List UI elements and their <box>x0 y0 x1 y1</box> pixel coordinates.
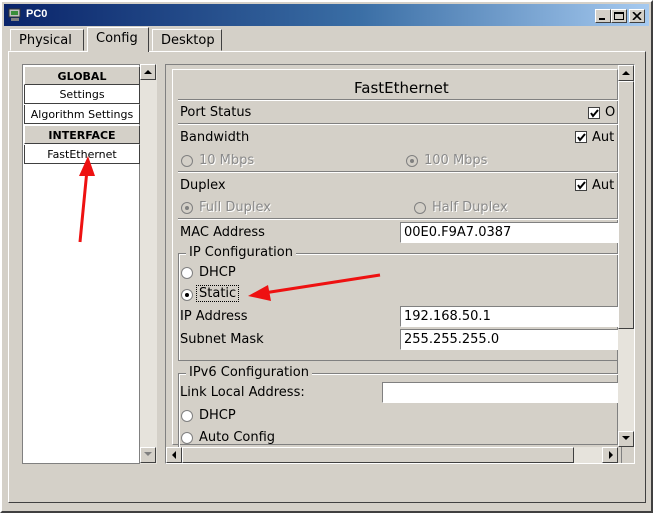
dhcp-label: DHCP <box>199 265 236 280</box>
tab-physical-label: Physical <box>19 33 72 48</box>
ipv6-dhcp-label: DHCP <box>199 408 236 423</box>
port-status-checkbox[interactable] <box>588 107 600 119</box>
full-duplex-label: Full Duplex <box>199 200 271 215</box>
maximize-button[interactable] <box>611 9 627 23</box>
subnet-mask-field[interactable]: 255.255.255.0 <box>400 329 622 350</box>
panel-scroll-right-button[interactable] <box>602 447 618 463</box>
sidebar-scroll-down-button[interactable] <box>140 447 156 463</box>
pc-icon <box>8 8 21 21</box>
ipv6-configuration-title: IPv6 Configuration <box>186 365 312 380</box>
panel-scroll-left-button[interactable] <box>166 447 182 463</box>
bandwidth-auto-label: Aut <box>592 130 615 145</box>
full-duplex-radio[interactable] <box>181 202 193 214</box>
ip-address-field[interactable]: 192.168.50.1 <box>400 306 622 327</box>
panel-scroll-up-button[interactable] <box>618 65 634 81</box>
dhcp-radio[interactable] <box>181 267 193 279</box>
title-divider <box>178 99 618 101</box>
radio-dot-icon <box>185 293 189 297</box>
tab-config-label: Config <box>96 31 138 46</box>
pc0-window: PC0 Physical Config Desktop GLOBAL Setti… <box>0 0 653 513</box>
arrow-down-icon <box>144 452 152 456</box>
close-button[interactable] <box>629 9 645 23</box>
duplex-auto-label: Aut <box>592 178 615 193</box>
tab-desktop[interactable]: Desktop <box>152 29 222 51</box>
sidebar-scroll-up-button[interactable] <box>140 64 156 80</box>
checkmark-icon <box>590 109 599 118</box>
minimize-button[interactable] <box>595 9 611 23</box>
ip-address-label: IP Address <box>180 309 248 324</box>
link-local-address-label: Link Local Address: <box>180 385 305 400</box>
minimize-icon <box>599 18 605 20</box>
bandwidth-auto-checkbox[interactable] <box>575 131 587 143</box>
sidebar-item-fastethernet[interactable]: FastEthernet <box>24 145 140 164</box>
ipv6-auto-config-radio[interactable] <box>181 432 193 444</box>
arrow-left-icon <box>172 451 176 459</box>
panel-scroll-thumb[interactable] <box>618 81 634 329</box>
ipv6-dhcp-radio[interactable] <box>181 410 193 422</box>
arrow-up-icon <box>622 71 630 75</box>
ipv6-auto-config-label: Auto Config <box>199 430 276 445</box>
static-label: Static <box>195 285 240 302</box>
tab-physical[interactable]: Physical <box>10 29 84 51</box>
half-duplex-label: Half Duplex <box>432 200 508 215</box>
arrow-right-icon <box>609 451 613 459</box>
divider <box>178 171 618 173</box>
sidebar-item-settings[interactable]: Settings <box>24 85 140 104</box>
link-local-address-field[interactable] <box>382 382 622 403</box>
arrow-down-icon <box>622 436 630 440</box>
half-duplex-radio[interactable] <box>414 202 426 214</box>
subnet-mask-label: Subnet Mask <box>180 332 264 347</box>
radio-dot-icon <box>410 159 414 163</box>
checkmark-icon <box>577 181 586 190</box>
panel-horizontal-thumb[interactable] <box>182 447 574 463</box>
arrow-up-icon <box>144 70 152 74</box>
bandwidth-100-radio[interactable] <box>406 155 418 167</box>
bandwidth-10-label: 10 Mbps <box>199 153 255 168</box>
port-status-label: Port Status <box>180 105 252 120</box>
duplex-label: Duplex <box>180 178 226 193</box>
window-title: PC0 <box>26 8 48 20</box>
mac-address-label: MAC Address <box>180 225 265 240</box>
sidebar-header-interface: INTERFACE <box>24 125 140 144</box>
ip-configuration-title: IP Configuration <box>186 245 296 260</box>
checkmark-icon <box>577 133 586 142</box>
tab-config[interactable]: Config <box>87 27 149 52</box>
title-bar[interactable]: PC0 <box>4 4 649 26</box>
sidebar-scrollbar[interactable] <box>140 64 157 464</box>
mac-address-field[interactable]: 00E0.F9A7.0387 <box>400 222 622 243</box>
panel-horizontal-scrollbar[interactable] <box>166 447 618 463</box>
panel-title: FastEthernet <box>354 79 449 97</box>
maximize-icon <box>614 12 624 20</box>
static-radio[interactable] <box>181 289 193 301</box>
divider <box>178 218 618 220</box>
port-status-on-label: O <box>605 105 616 120</box>
panel-vertical-scrollbar[interactable] <box>618 65 634 447</box>
sidebar-header-global: GLOBAL <box>24 66 140 85</box>
interface-config-panel: FastEthernet Port Status O Bandwidth Aut… <box>165 64 635 464</box>
divider <box>178 123 618 125</box>
bandwidth-label: Bandwidth <box>180 130 250 145</box>
sidebar-item-algorithm-settings[interactable]: Algorithm Settings <box>24 105 140 124</box>
tab-desktop-label: Desktop <box>161 33 215 48</box>
close-icon <box>632 12 642 20</box>
config-sidebar: GLOBAL Settings Algorithm Settings INTER… <box>22 64 140 464</box>
bandwidth-10-radio[interactable] <box>181 155 193 167</box>
radio-dot-icon <box>185 206 189 210</box>
bandwidth-100-label: 100 Mbps <box>424 153 488 168</box>
panel-scroll-down-button[interactable] <box>618 431 634 447</box>
duplex-auto-checkbox[interactable] <box>575 179 587 191</box>
